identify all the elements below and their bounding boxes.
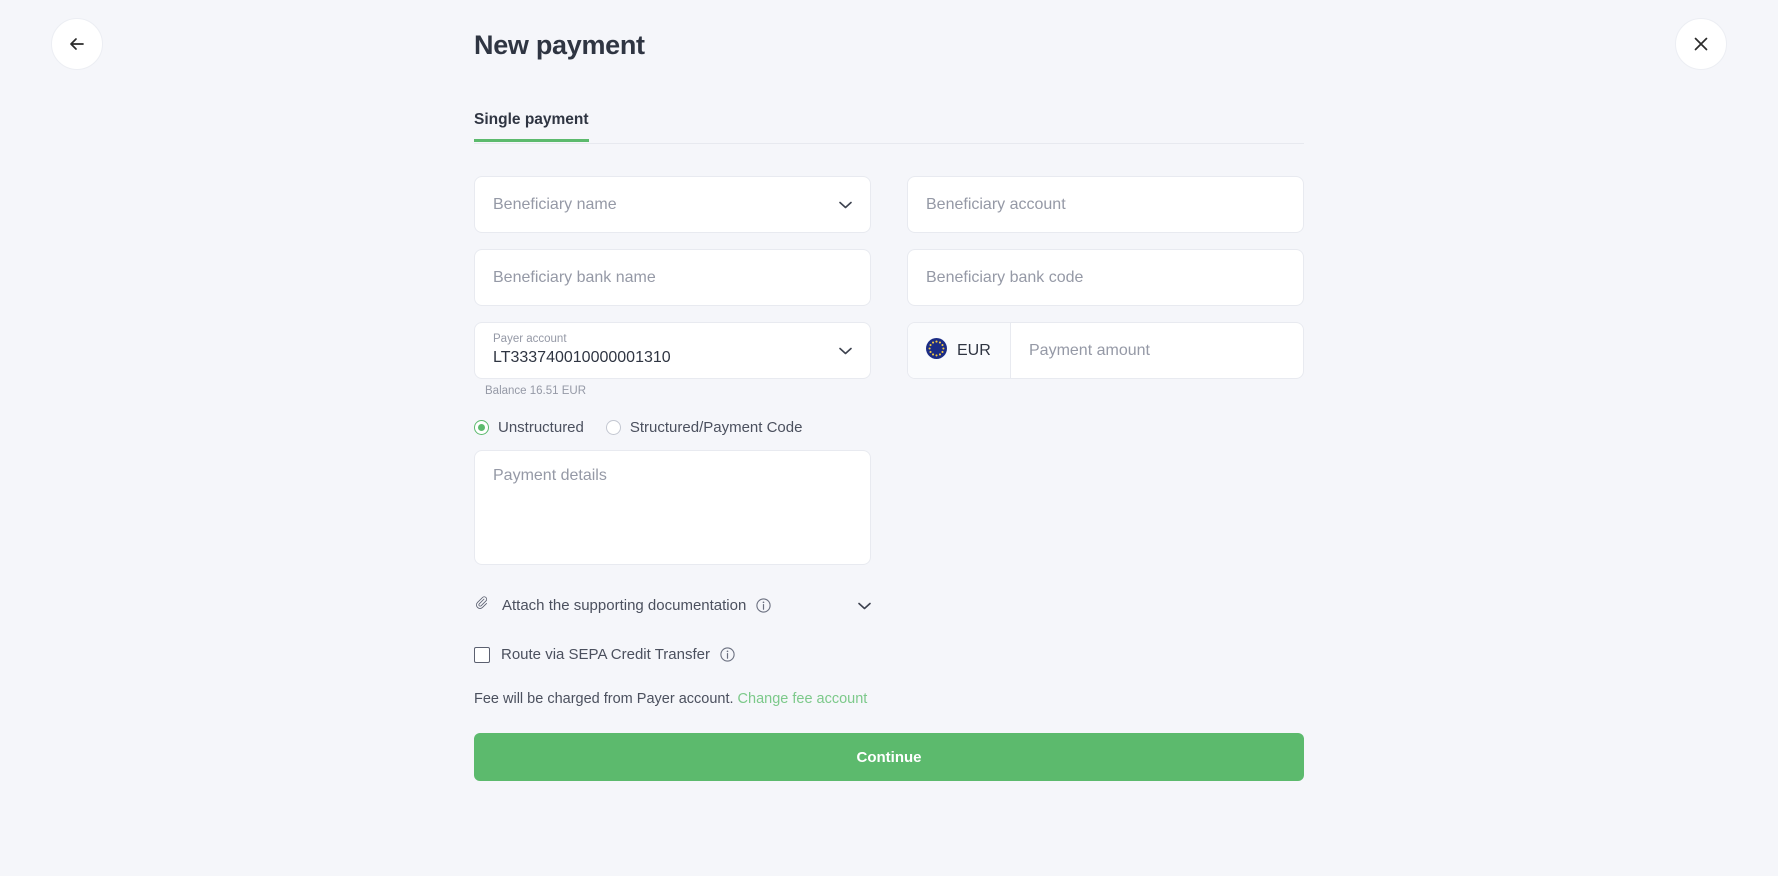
- beneficiary-bank-name-placeholder: Beneficiary bank name: [493, 268, 656, 286]
- beneficiary-bank-name-col: Beneficiary bank name: [474, 249, 871, 306]
- arrow-left-icon: [67, 34, 87, 54]
- close-icon: [1692, 35, 1710, 53]
- form-row-beneficiary: Beneficiary name Beneficiary account: [474, 176, 1304, 233]
- amount-group: EUR Payment amount: [907, 322, 1304, 379]
- page-title: New payment: [474, 30, 645, 60]
- radio-structured[interactable]: Structured/Payment Code: [605, 419, 803, 436]
- payer-account-value: LT333740010000001310: [493, 349, 671, 367]
- currency-code: EUR: [957, 341, 991, 359]
- beneficiary-bank-code-col: Beneficiary bank code: [907, 249, 1304, 306]
- tab-bar: Single payment: [474, 111, 1304, 144]
- radio-dot-icon: [474, 420, 489, 435]
- payer-account-stack: Payer account LT333740010000001310: [493, 333, 671, 368]
- beneficiary-account-col: Beneficiary account: [907, 176, 1304, 233]
- fee-text: Fee will be charged from Payer account.: [474, 691, 734, 707]
- chevron-down-icon: [839, 342, 852, 360]
- beneficiary-name-col: Beneficiary name: [474, 176, 871, 233]
- form-row-payer-amount: Payer account LT333740010000001310 Balan…: [474, 322, 1304, 397]
- payment-details-textarea[interactable]: Payment details: [474, 450, 871, 565]
- info-icon[interactable]: [756, 598, 771, 613]
- beneficiary-bank-name-input[interactable]: Beneficiary bank name: [474, 249, 871, 306]
- payer-account-select[interactable]: Payer account LT333740010000001310: [474, 322, 871, 379]
- radio-unstructured-label: Unstructured: [498, 419, 584, 436]
- payment-amount-input[interactable]: Payment amount: [1011, 323, 1303, 378]
- sepa-checkbox[interactable]: [474, 646, 490, 663]
- chevron-down-icon: [839, 196, 852, 214]
- chevron-down-icon[interactable]: [858, 597, 871, 615]
- payment-amount-placeholder: Payment amount: [1029, 341, 1150, 359]
- radio-unstructured[interactable]: Unstructured: [474, 419, 584, 436]
- amount-col: EUR Payment amount: [907, 322, 1304, 397]
- payer-account-label: Payer account: [493, 333, 567, 346]
- change-fee-account-link[interactable]: Change fee account: [738, 691, 868, 707]
- fee-notice: Fee will be charged from Payer account. …: [474, 691, 1304, 707]
- beneficiary-bank-code-input[interactable]: Beneficiary bank code: [907, 249, 1304, 306]
- radio-structured-label: Structured/Payment Code: [629, 419, 803, 436]
- payment-form: Beneficiary name Beneficiary account Ben…: [474, 176, 1304, 781]
- attach-documentation-row[interactable]: Attach the supporting documentation: [474, 595, 871, 616]
- currency-select[interactable]: EUR: [908, 323, 1011, 378]
- sepa-label: Route via SEPA Credit Transfer: [501, 646, 710, 663]
- attach-documentation-label: Attach the supporting documentation: [502, 597, 747, 614]
- eu-flag-icon: [926, 337, 947, 364]
- beneficiary-name-select[interactable]: Beneficiary name: [474, 176, 871, 233]
- continue-button[interactable]: Continue: [474, 733, 1304, 781]
- payer-account-col: Payer account LT333740010000001310 Balan…: [474, 322, 871, 397]
- form-row-bank: Beneficiary bank name Beneficiary bank c…: [474, 249, 1304, 306]
- payer-account-balance: Balance 16.51 EUR: [485, 385, 587, 397]
- info-icon[interactable]: [720, 647, 735, 662]
- paperclip-icon: [474, 595, 490, 616]
- close-button[interactable]: [1675, 18, 1727, 70]
- beneficiary-account-placeholder: Beneficiary account: [926, 195, 1066, 213]
- tab-single-payment[interactable]: Single payment: [474, 111, 589, 142]
- back-button[interactable]: [51, 18, 103, 70]
- beneficiary-bank-code-placeholder: Beneficiary bank code: [926, 268, 1084, 286]
- details-type-radio-group: Unstructured Structured/Payment Code: [474, 419, 1304, 436]
- payment-content: New payment Single payment Beneficiary n…: [474, 0, 1304, 781]
- sepa-checkbox-row[interactable]: Route via SEPA Credit Transfer: [474, 646, 1304, 663]
- beneficiary-name-placeholder: Beneficiary name: [493, 195, 617, 213]
- new-payment-page: New payment Single payment Beneficiary n…: [0, 0, 1778, 876]
- beneficiary-account-input[interactable]: Beneficiary account: [907, 176, 1304, 233]
- radio-dot-icon: [605, 420, 621, 435]
- payment-details-placeholder: Payment details: [493, 467, 607, 484]
